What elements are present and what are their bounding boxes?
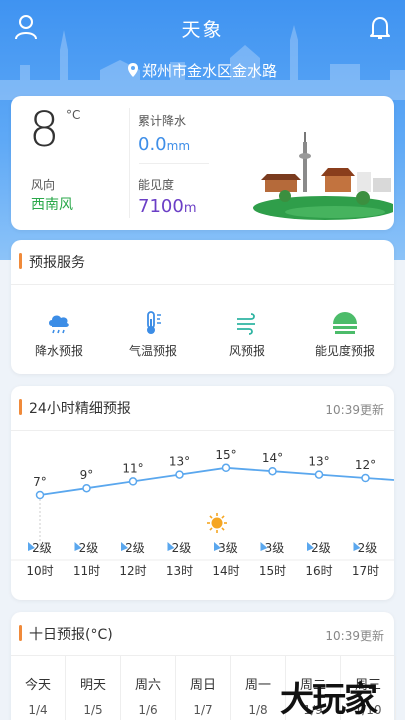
day-name: 周六 — [134, 678, 161, 693]
day-column[interactable]: 周六 1/6 — [121, 656, 176, 720]
temperature-label: 12° — [355, 458, 376, 472]
wind-level-label: 3级 — [265, 541, 285, 555]
accent-bar — [19, 399, 22, 415]
hourly-header: 24小时精细预报 — [19, 398, 131, 418]
wind-icon — [237, 313, 255, 335]
visibility-label: 能见度 — [138, 178, 175, 192]
divider — [11, 284, 394, 285]
temperature-label: 14° — [262, 451, 283, 465]
services-header: 预报服务 — [19, 252, 85, 272]
temperature-label: 13° — [169, 455, 190, 469]
hour-label: 10时 — [26, 564, 53, 578]
temperature-label: 15° — [215, 448, 236, 462]
wind-level-label: 2级 — [79, 541, 99, 555]
service-temperature[interactable]: 气温预报 — [105, 310, 201, 359]
temperature-label: 11° — [122, 461, 143, 475]
temperature-point — [361, 473, 370, 483]
service-precipitation[interactable]: 降水预报 — [11, 310, 107, 359]
temperature-point — [128, 477, 138, 486]
service-label: 气温预报 — [128, 344, 177, 358]
temperature-point — [268, 466, 277, 476]
current-temperature: 8 — [29, 102, 60, 158]
day-column[interactable]: 明天 1/5 — [66, 656, 121, 720]
hour-label: 14时 — [212, 564, 239, 578]
services-title: 预报服务 — [29, 255, 85, 271]
top-bar: 天象 — [0, 0, 405, 58]
wind-level-label: 3级 — [218, 541, 238, 555]
day-date: 1/7 — [193, 703, 213, 717]
service-label: 能见度预报 — [314, 344, 375, 358]
divider — [139, 163, 209, 164]
bell-icon[interactable] — [368, 15, 392, 41]
day-date: 1/8 — [248, 703, 268, 717]
temperature-label: 7° — [33, 475, 47, 489]
accent-bar — [19, 625, 22, 641]
day-date: 1/5 — [83, 703, 103, 717]
day-name: 周一 — [244, 678, 271, 693]
wind-label: 风向 — [31, 178, 56, 192]
service-label: 降水预报 — [34, 344, 83, 358]
visibility-icon — [333, 312, 357, 334]
watermark-logo: 大玩家 — [280, 680, 378, 720]
precip-unit: mm — [166, 139, 191, 153]
temperature-unit: °C — [66, 108, 81, 122]
hour-label: 15时 — [259, 564, 286, 578]
service-wind[interactable]: 风预报 — [199, 310, 295, 359]
service-visibility[interactable]: 能见度预报 — [297, 310, 393, 359]
rain-cloud-icon — [49, 315, 69, 334]
temperature-point — [314, 470, 324, 479]
hour-label: 17时 — [352, 564, 379, 578]
accent-bar — [19, 253, 22, 269]
day-name: 周日 — [189, 678, 216, 693]
location-pin-icon — [127, 63, 138, 77]
hourly-forecast-card: 24小时精细预报 10:39更新 7° 2级 10时 9° 2级 11时 11° 2级 12时 1… — [11, 386, 394, 600]
wind-level-label: 2级 — [311, 541, 331, 555]
hour-label: 16时 — [305, 564, 332, 578]
service-label: 风预报 — [228, 344, 265, 358]
precip-value: 0.0mm — [138, 134, 190, 155]
day-date: 1/6 — [138, 703, 158, 717]
day-column[interactable]: 周一 1/8 — [231, 656, 286, 720]
temperature-label: 9° — [80, 468, 94, 482]
temperature-label: 13° — [308, 455, 329, 469]
location-label[interactable]: 郑州市金水区金水路 — [0, 60, 405, 81]
hourly-title: 24小时精细预报 — [29, 401, 131, 417]
day-column[interactable]: 周日 1/7 — [176, 656, 231, 720]
day-date: 1/4 — [28, 703, 48, 717]
hourly-temperature-chart[interactable]: 7° 2级 10时 9° 2级 11时 11° 2级 12时 13° 2级 13时 15° 3级 14时 14… — [11, 430, 394, 600]
hour-label: 12时 — [119, 564, 146, 578]
daily-header: 十日预报(°C) — [19, 624, 113, 644]
daily-update-time: 10:39更新 — [325, 629, 384, 643]
day-name: 今天 — [24, 678, 51, 693]
sun-icon — [207, 513, 227, 533]
hour-label: 11时 — [73, 564, 100, 578]
wind-level-label: 2级 — [172, 541, 192, 555]
day-name: 明天 — [79, 678, 106, 693]
visibility-unit: m — [183, 201, 197, 216]
city-landmark-illustration — [253, 132, 393, 220]
visibility-number: 7100 — [138, 196, 184, 217]
temperature-point — [221, 463, 231, 473]
precip-number: 0.0 — [138, 134, 167, 155]
location-text: 郑州市金水区金水路 — [141, 62, 277, 80]
wind-level-label: 2级 — [125, 541, 145, 555]
app-title: 天象 — [181, 19, 224, 41]
temperature-point — [35, 490, 45, 500]
divider — [129, 108, 130, 218]
forecast-services-card: 预报服务 降水预报 气温预报 风预报 能见度预报 — [11, 240, 394, 374]
precip-label: 累计降水 — [138, 114, 187, 128]
day-column[interactable]: 今天 1/4 — [11, 656, 66, 720]
temperature-point — [82, 483, 91, 493]
daily-title: 十日预报(°C) — [29, 627, 113, 643]
wind-level-label: 2级 — [32, 541, 52, 555]
temperature-point — [175, 470, 184, 479]
current-weather-card: 8 °C 风向 西南风 累计降水 0.0mm 能见度 7100m — [11, 96, 394, 230]
hour-label: 13时 — [166, 564, 193, 578]
hourly-update-time: 10:39更新 — [325, 403, 384, 417]
wind-level-label: 2级 — [358, 541, 378, 555]
thermometer-icon — [147, 311, 161, 334]
wind-value: 西南风 — [31, 197, 73, 213]
visibility-value: 7100m — [138, 196, 196, 217]
